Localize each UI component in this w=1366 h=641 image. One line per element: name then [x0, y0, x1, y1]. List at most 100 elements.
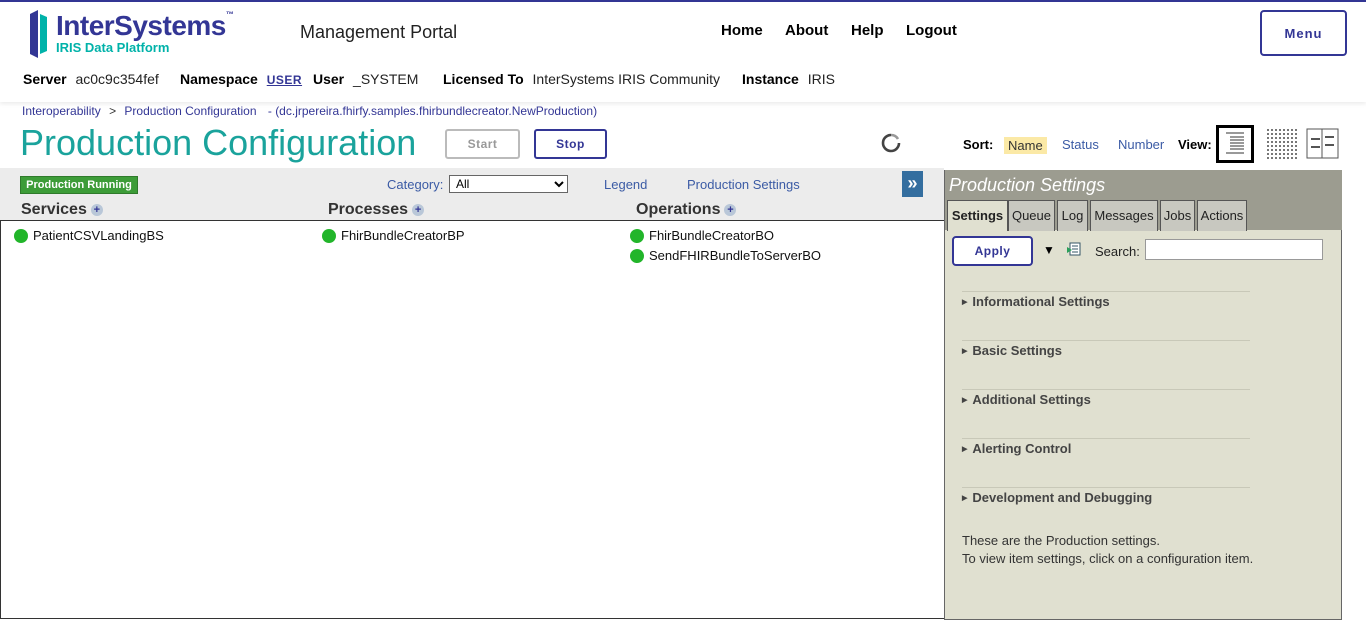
item-label: PatientCSVLandingBS: [33, 228, 164, 243]
license-info: Licensed To InterSystems IRIS Community: [443, 71, 720, 87]
stop-button[interactable]: Stop: [534, 129, 607, 159]
tab-log[interactable]: Log: [1057, 200, 1088, 231]
service-item[interactable]: PatientCSVLandingBS: [14, 228, 164, 244]
breadcrumb-production-configuration[interactable]: Production Configuration: [124, 104, 256, 118]
logo-wordmark: InterSystems™: [56, 10, 234, 41]
server-label: Server: [23, 71, 67, 87]
category-label: Category:: [387, 177, 444, 192]
legend-link[interactable]: Legend: [604, 177, 647, 192]
settings-note-line1: These are the Production settings.: [962, 533, 1161, 548]
status-dot-icon: [630, 228, 644, 243]
section-label: Additional Settings: [972, 392, 1091, 407]
expand-caret-icon: ▶: [962, 298, 968, 306]
nav-about[interactable]: About: [785, 22, 828, 39]
refresh-icon[interactable]: [880, 132, 902, 154]
services-label: Services: [21, 201, 87, 218]
item-label: FhirBundleCreatorBO: [649, 228, 774, 243]
expand-caret-icon: ▶: [962, 445, 968, 453]
apply-button[interactable]: Apply: [952, 236, 1033, 266]
settings-wizard-icon[interactable]: [1066, 241, 1082, 257]
sort-name-option[interactable]: Name: [1004, 137, 1047, 154]
breadcrumb-separator: >: [109, 104, 117, 118]
namespace-label: Namespace: [180, 71, 258, 87]
add-process-icon[interactable]: +: [412, 203, 425, 216]
expand-caret-icon: ▶: [962, 396, 968, 404]
nav-help[interactable]: Help: [851, 22, 884, 39]
add-service-icon[interactable]: +: [90, 203, 103, 216]
list-view-icon[interactable]: [1216, 125, 1254, 163]
item-label: SendFHIRBundleToServerBO: [649, 248, 821, 263]
expand-caret-icon: ▶: [962, 347, 968, 355]
server-info: Server ac0c9c354fef: [23, 71, 159, 87]
production-settings-panel: Production Settings Settings Queue Log M…: [944, 170, 1342, 620]
header: InterSystems™ IRIS Data Platform Managem…: [0, 2, 1366, 102]
logo-subtitle: IRIS Data Platform: [56, 40, 170, 55]
processes-label: Processes: [328, 201, 409, 218]
tab-settings[interactable]: Settings: [947, 200, 1008, 231]
process-item[interactable]: FhirBundleCreatorBP: [322, 228, 465, 244]
expand-caret-icon: ▶: [962, 494, 968, 502]
section-label: Development and Debugging: [972, 490, 1153, 505]
section-label: Basic Settings: [972, 343, 1062, 358]
nav-home[interactable]: Home: [721, 22, 763, 39]
view-label: View:: [1178, 137, 1212, 152]
tab-messages[interactable]: Messages: [1090, 200, 1158, 231]
production-status-badge: Production Running: [20, 176, 138, 194]
user-info: User _SYSTEM: [313, 71, 418, 87]
nav-logout[interactable]: Logout: [906, 22, 957, 39]
section-label: Alerting Control: [972, 441, 1072, 456]
operations-header: Operations +: [636, 201, 737, 219]
status-dot-icon: [322, 228, 336, 243]
instance-info: Instance IRIS: [742, 71, 835, 87]
add-operation-icon[interactable]: +: [724, 203, 737, 216]
section-label: Informational Settings: [972, 294, 1110, 309]
services-header: Services +: [21, 201, 103, 219]
status-dot-icon: [14, 228, 28, 243]
page-title: Production Configuration: [20, 122, 417, 163]
logo-mark-icon: [30, 10, 47, 58]
operation-item[interactable]: SendFHIRBundleToServerBO: [630, 248, 821, 264]
tab-queue[interactable]: Queue: [1008, 200, 1055, 231]
grid-view-icon[interactable]: [1263, 125, 1301, 163]
section-development-debugging[interactable]: ▶ Development and Debugging: [962, 487, 1250, 505]
column-view-icon[interactable]: [1306, 125, 1344, 163]
user-label: User: [313, 71, 345, 87]
production-diagram: [0, 220, 944, 619]
processes-header: Processes +: [328, 201, 425, 219]
status-dot-icon: [630, 248, 644, 263]
item-label: FhirBundleCreatorBP: [341, 228, 465, 243]
operation-item[interactable]: FhirBundleCreatorBO: [630, 228, 774, 244]
server-value: ac0c9c354fef: [75, 71, 159, 87]
collapse-all-icon[interactable]: ▼: [1043, 243, 1055, 257]
tab-jobs[interactable]: Jobs: [1160, 200, 1195, 231]
section-alerting-control[interactable]: ▶ Alerting Control: [962, 438, 1250, 456]
operations-label: Operations: [636, 201, 721, 218]
instance-label: Instance: [742, 71, 799, 87]
menu-button[interactable]: Menu: [1260, 10, 1347, 56]
breadcrumb-production-name: - (dc.jrpereira.fhirfy.samples.fhirbundl…: [267, 104, 598, 118]
sort-status-option[interactable]: Status: [1062, 137, 1099, 152]
search-input[interactable]: [1145, 239, 1323, 260]
sort-number-option[interactable]: Number: [1118, 137, 1164, 152]
settings-note-line2: To view item settings, click on a config…: [962, 551, 1254, 566]
section-additional-settings[interactable]: ▶ Additional Settings: [962, 389, 1250, 407]
sort-label: Sort:: [963, 137, 994, 152]
section-informational-settings[interactable]: ▶ Informational Settings: [962, 291, 1250, 309]
intersystems-logo[interactable]: InterSystems™ IRIS Data Platform: [28, 8, 248, 62]
settings-panel-title: Production Settings: [949, 175, 1106, 195]
breadcrumb: Interoperability > Production Configurat…: [22, 104, 597, 118]
instance-value: IRIS: [807, 71, 835, 87]
start-button[interactable]: Start: [445, 129, 520, 159]
licensed-value: InterSystems IRIS Community: [532, 71, 721, 87]
namespace-link[interactable]: USER: [267, 73, 302, 87]
category-select[interactable]: All: [449, 175, 568, 193]
tab-actions[interactable]: Actions: [1197, 200, 1247, 231]
namespace-info: Namespace USER: [180, 71, 302, 87]
expand-panel-button[interactable]: »: [902, 171, 923, 197]
licensed-label: Licensed To: [443, 71, 524, 87]
section-basic-settings[interactable]: ▶ Basic Settings: [962, 340, 1250, 358]
portal-title: Management Portal: [300, 22, 458, 42]
breadcrumb-interoperability[interactable]: Interoperability: [22, 104, 101, 118]
production-settings-link[interactable]: Production Settings: [687, 177, 800, 192]
user-value: _SYSTEM: [353, 71, 419, 87]
